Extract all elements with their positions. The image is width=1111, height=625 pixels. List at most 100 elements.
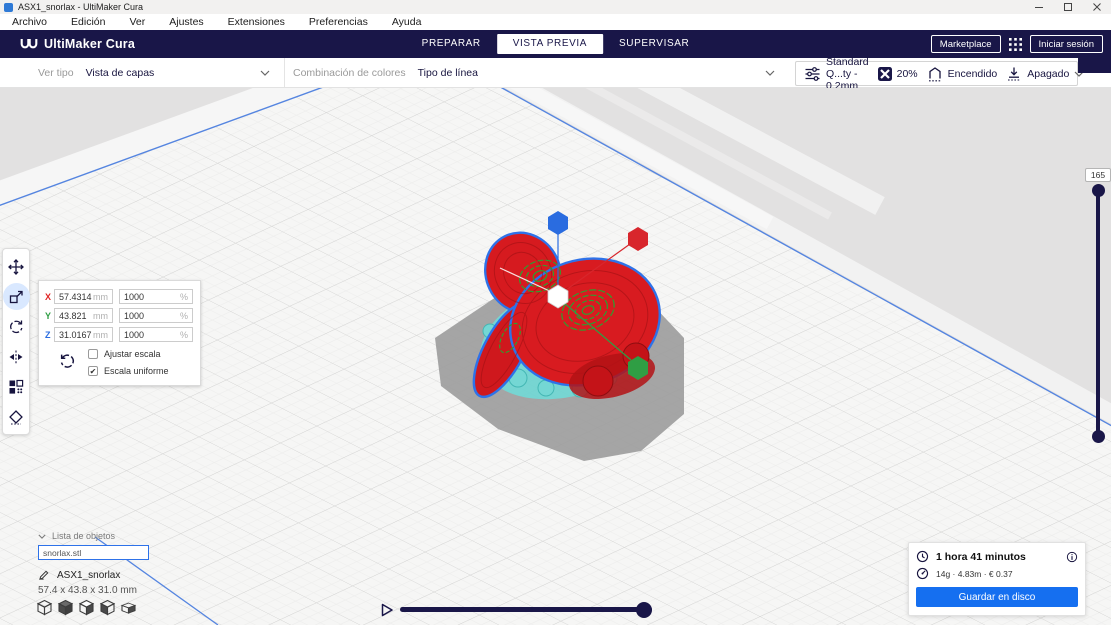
- play-icon: [381, 603, 393, 617]
- tool-panel: [2, 248, 30, 435]
- color-scheme-dropdown[interactable]: Combinación de colores Tipo de línea: [285, 58, 793, 87]
- stage-bar: Ver tipo Vista de capas Combinación de c…: [0, 56, 1111, 92]
- menu-edicion[interactable]: Edición: [59, 14, 117, 30]
- chevron-down-icon: [260, 70, 270, 76]
- sliders-icon: [804, 66, 821, 82]
- layer-slider-upper-handle[interactable]: [1091, 184, 1105, 197]
- adhesion-value: Apagado: [1027, 67, 1070, 80]
- minimize-icon: [1034, 7, 1043, 8]
- viewport-3d[interactable]: X 57.4314 mm 1000 % Y 43.821 mm 1000 % Z: [0, 88, 1111, 625]
- move-tool-button[interactable]: [8, 258, 25, 275]
- layer-slider-lower-handle[interactable]: [1091, 430, 1105, 443]
- pencil-icon: [39, 570, 49, 580]
- scale-tool-button[interactable]: [7, 288, 25, 305]
- close-icon: [1092, 3, 1101, 11]
- view-cube-flat-icon[interactable]: [120, 599, 137, 616]
- ultimaker-logo-icon: [20, 38, 38, 48]
- menu-ayuda[interactable]: Ayuda: [380, 14, 434, 30]
- view-cube-solid-icon[interactable]: [57, 599, 74, 616]
- percent-label: %: [179, 329, 188, 340]
- titlebar: ASX1_snorlax - UltiMaker Cura: [0, 0, 1111, 14]
- view-cube-front-icon[interactable]: [99, 599, 116, 616]
- menu-preferencias[interactable]: Preferencias: [297, 14, 380, 30]
- move-icon: [8, 258, 24, 275]
- sign-in-button[interactable]: Iniciar sesión: [1029, 35, 1103, 53]
- view-cube-top-icon[interactable]: [78, 599, 95, 616]
- apps-grid-icon[interactable]: [1008, 37, 1022, 51]
- info-icon[interactable]: [1066, 551, 1078, 563]
- unit-label: mm: [93, 291, 108, 302]
- play-button[interactable]: [381, 603, 393, 617]
- infill-icon: [877, 66, 892, 81]
- layer-number-badge: 165: [1085, 168, 1111, 182]
- uniform-scaling-option[interactable]: ✔ Escala uniforme: [88, 366, 169, 376]
- support-icon: [927, 66, 943, 82]
- minimize-button[interactable]: [1024, 0, 1053, 14]
- scale-row-z: Z 31.0167 mm 1000 %: [45, 327, 193, 342]
- scale-z-value: 31.0167: [59, 329, 92, 340]
- scale-z-mm-field[interactable]: 31.0167 mm: [54, 327, 113, 342]
- support-blocker-icon: [9, 409, 23, 424]
- reset-icon: [60, 354, 74, 368]
- menubar: Archivo Edición Ver Ajustes Extensiones …: [0, 14, 1111, 30]
- support-blocker-button[interactable]: [8, 408, 25, 425]
- printer-name-row[interactable]: ASX1_snorlax: [38, 569, 120, 581]
- scale-x-percent-field[interactable]: 1000 %: [119, 289, 193, 304]
- menu-archivo[interactable]: Archivo: [0, 14, 59, 30]
- view-type-label: Ver tipo: [38, 66, 74, 79]
- color-scheme-label: Combinación de colores: [293, 66, 406, 79]
- material-gauge-icon: [916, 567, 929, 580]
- close-button[interactable]: [1082, 0, 1111, 14]
- snap-scaling-option[interactable]: Ajustar escala: [88, 349, 169, 359]
- snap-scaling-checkbox[interactable]: [88, 349, 98, 359]
- rotate-icon: [10, 320, 23, 333]
- tab-preview[interactable]: VISTA PREVIA: [496, 34, 604, 54]
- simulation-slider-track[interactable]: [400, 607, 652, 612]
- uniform-scaling-label: Escala uniforme: [104, 366, 169, 376]
- layer-slider-track[interactable]: [1096, 190, 1100, 437]
- scale-icon: [9, 290, 23, 303]
- save-to-disk-button[interactable]: Guardar en disco: [916, 587, 1078, 607]
- object-list-title: Lista de objetos: [52, 531, 116, 541]
- axis-z-label: Z: [45, 329, 51, 340]
- object-list-header[interactable]: Lista de objetos: [38, 531, 115, 541]
- percent-label: %: [179, 310, 188, 321]
- scale-y-percent: 1000: [124, 310, 145, 321]
- scale-z-percent-field[interactable]: 1000 %: [119, 327, 193, 342]
- header-corner-decoration: [1078, 58, 1111, 73]
- percent-label: %: [179, 291, 188, 302]
- unit-label: mm: [93, 310, 108, 321]
- reset-scale-button[interactable]: [59, 353, 76, 376]
- app-header: UltiMaker Cura PREPARAR VISTA PREVIA SUP…: [0, 30, 1111, 58]
- per-model-settings-icon: [9, 379, 24, 394]
- print-settings-panel[interactable]: Standard Q...ty - 0.2mm 20% Encendido Ap…: [795, 56, 1084, 92]
- chevron-down-icon: [765, 70, 775, 76]
- axis-y-label: Y: [45, 310, 52, 321]
- per-model-settings-button[interactable]: [8, 378, 25, 395]
- window-title: ASX1_snorlax - UltiMaker Cura: [18, 2, 144, 12]
- mirror-tool-button[interactable]: [8, 348, 25, 365]
- printer-name: ASX1_snorlax: [57, 569, 121, 581]
- tab-monitor[interactable]: SUPERVISAR: [603, 34, 705, 54]
- model-dimensions: 57.4 x 43.8 x 31.0 mm: [38, 585, 137, 596]
- maximize-button[interactable]: [1053, 0, 1082, 14]
- scale-x-mm-field[interactable]: 57.4314 mm: [54, 289, 113, 304]
- tab-prepare[interactable]: PREPARAR: [406, 34, 497, 54]
- view-cube-wireframe-icon[interactable]: [36, 599, 53, 616]
- simulation-slider-handle[interactable]: [636, 602, 652, 618]
- rotate-tool-button[interactable]: [8, 318, 25, 335]
- print-time: 1 hora 41 minutos: [936, 550, 1026, 563]
- menu-ajustes[interactable]: Ajustes: [157, 14, 215, 30]
- marketplace-button[interactable]: Marketplace: [930, 35, 1001, 53]
- view-cube-row: [36, 599, 137, 616]
- uniform-scaling-checkbox[interactable]: ✔: [88, 366, 98, 376]
- scale-y-percent-field[interactable]: 1000 %: [119, 308, 193, 323]
- object-list-item[interactable]: snorlax.stl: [38, 545, 149, 560]
- view-type-dropdown[interactable]: Ver tipo Vista de capas: [0, 58, 285, 87]
- mirror-icon: [9, 350, 23, 363]
- scale-z-percent: 1000: [124, 329, 145, 340]
- scale-y-mm-field[interactable]: 43.821 mm: [54, 308, 113, 323]
- menu-ver[interactable]: Ver: [117, 14, 157, 30]
- menu-extensiones[interactable]: Extensiones: [216, 14, 297, 30]
- unit-label: mm: [93, 329, 108, 340]
